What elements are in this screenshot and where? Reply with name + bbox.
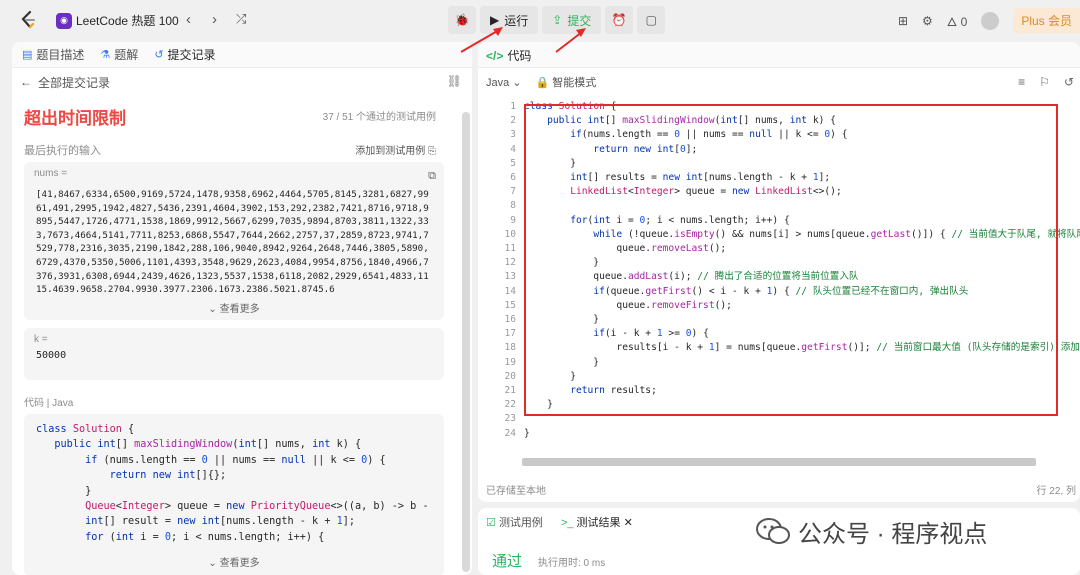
points-value: 0 (960, 15, 968, 29)
tab-label: 题目描述 (36, 48, 85, 62)
left-panel: ▤ 题目描述 ⚗ 题解 ↺ 提交记录 ← 全部提交记录 ⛓ 超出时间限制 37 / 5… (12, 42, 472, 575)
clipboard-icon: ⎘ (428, 146, 436, 157)
problem-list-title[interactable]: ◉ LeetCode 热题 100 (56, 12, 179, 29)
left-tabs: ▤ 题目描述 ⚗ 题解 ↺ 提交记录 (12, 42, 472, 68)
link-icon[interactable]: ⛓ (447, 74, 462, 88)
history-icon: ↺ (154, 49, 164, 61)
nums-label: nums = (34, 168, 68, 179)
submitted-code-box: class Solution { public int[] maxSliding… (24, 414, 444, 575)
language-select[interactable]: Java ⌄ (486, 76, 522, 89)
test-tabs: ☑ 测试用例 >_ 测试结果 ✕ (486, 514, 633, 530)
k-input-box: k = 50000 (24, 328, 444, 380)
plus-button[interactable]: Plus 会员 (1013, 8, 1080, 33)
line-numbers: 1 2 3 4 5 6 7 8 9 10 11 12 13 14 15 16 17 18 19 20 21 22 23 24 (504, 101, 516, 439)
chevron-down-icon: ⌄ (512, 76, 522, 89)
alarm-clock-icon[interactable]: ⏰ (605, 6, 634, 34)
view-more-label: 查看更多 (219, 558, 260, 569)
user-tools: ⊞ ⚙ 🜂 0 Plus 会员 (898, 8, 1080, 33)
nums-input-box: nums = ⧉ [41,8467,6334,6500,9169,5724,14… (24, 162, 444, 320)
passed-cases-count: 37 / 51 个通过的测试用例 (322, 112, 436, 123)
code-label-row: 代码 | Java (24, 398, 74, 409)
horizontal-scrollbar[interactable] (522, 458, 1036, 466)
tab-label: 提交记录 (167, 48, 216, 62)
saved-status: 已存储至本地 (486, 486, 546, 497)
cursor-position: 行 22, 列 (1036, 486, 1076, 497)
top-bar: ◉ LeetCode 热题 100 ‹ › ⤮ 🐞 ▶ 运行 ⇪ 提交 ⏰ ▢ … (0, 0, 1080, 40)
code-label: 代码 (24, 398, 44, 409)
tab-testcases-label: 测试用例 (498, 517, 543, 529)
code-lang: Java (52, 398, 74, 409)
flask-icon: ⚗ (100, 49, 111, 61)
copy-icon[interactable]: ⧉ (428, 170, 436, 183)
submitted-code: class Solution { public int[] maxSliding… (36, 424, 429, 543)
chevron-down-icon: ⌄ (208, 304, 217, 315)
back-to-submissions[interactable]: ← 全部提交记录 (12, 68, 472, 96)
view-more-label: 查看更多 (219, 304, 260, 315)
k-label: k = (34, 334, 48, 345)
tab-solutions[interactable]: ⚗ 题解 (100, 46, 138, 63)
tab-test-result[interactable]: >_ 测试结果 ✕ (561, 514, 633, 530)
back-label: 全部提交记录 (38, 75, 111, 90)
problem-list-icon: ◉ (56, 12, 72, 29)
document-icon: ▤ (22, 49, 33, 61)
view-more-code-button[interactable]: ⌄ 查看更多 (24, 554, 444, 569)
test-pass-status: 通过 (492, 553, 523, 570)
arrow-left-icon: ← (20, 75, 32, 89)
chevron-down-icon: ⌄ (208, 558, 217, 569)
smart-mode-label: 智能模式 (552, 77, 597, 89)
terminal-icon: >_ (560, 517, 574, 529)
tab-label: 题解 (114, 48, 139, 62)
layout-grid-icon[interactable]: ⊞ (898, 14, 908, 28)
editor-actions: ≡ ⚐ ↺ (1018, 75, 1074, 89)
note-icon[interactable]: ▢ (637, 6, 666, 34)
highlight-box (524, 104, 1058, 416)
reset-icon[interactable]: ↺ (1064, 75, 1074, 89)
watermark: 公众号 · 程序视点 (756, 514, 987, 549)
points-counter[interactable]: 🜂 0 (947, 8, 968, 33)
problem-list-label: LeetCode 热题 100 (76, 14, 179, 28)
tab-submissions[interactable]: ↺ 提交记录 (154, 46, 215, 63)
annotation-arrow-submit (555, 28, 586, 53)
language-label: Java (486, 76, 510, 89)
runtime-text: 执行用时: 0 ms (538, 558, 606, 569)
shuffle-icon[interactable]: ⤮ (236, 11, 246, 27)
last-input-label: 最后执行的输入 (24, 145, 101, 157)
wechat-icon (756, 517, 790, 546)
prev-problem-button[interactable]: ‹ (186, 11, 191, 28)
k-value: 50000 (36, 350, 67, 361)
tab-test-result-label: 测试结果 (576, 517, 621, 529)
add-to-testcase-button[interactable]: 添加到测试用例 ⎘ (355, 142, 436, 157)
nums-value: [41,8467,6334,6500,9169,5724,1478,9358,6… (36, 189, 429, 292)
next-problem-button[interactable]: › (212, 11, 217, 28)
format-icon[interactable]: ≡ (1018, 75, 1025, 89)
view-more-button[interactable]: ⌄ 查看更多 (24, 300, 444, 315)
gear-icon[interactable]: ⚙ (922, 14, 933, 28)
checkbox-icon: ☑ (486, 517, 496, 529)
leetcode-logo-icon[interactable] (18, 10, 38, 30)
add-case-label: 添加到测试用例 (355, 146, 426, 157)
annotation-arrow-run (460, 27, 503, 53)
close-icon[interactable]: ✕ (624, 517, 633, 529)
left-scrollbar[interactable] (462, 112, 470, 572)
editor-toolbar: Java ⌄ 🔒 智能模式 (478, 68, 1080, 96)
bookmark-icon[interactable]: ⚐ (1039, 75, 1050, 89)
result-status: 超出时间限制 (24, 109, 126, 128)
lock-icon: 🔒 (535, 77, 550, 89)
watermark-text: 公众号 · 程序视点 (798, 521, 988, 548)
avatar[interactable] (981, 11, 1000, 30)
tab-description[interactable]: ▤ 题目描述 (22, 46, 84, 63)
smart-mode-toggle[interactable]: 🔒 智能模式 (536, 74, 597, 90)
tab-testcases[interactable]: ☑ 测试用例 (486, 514, 543, 530)
